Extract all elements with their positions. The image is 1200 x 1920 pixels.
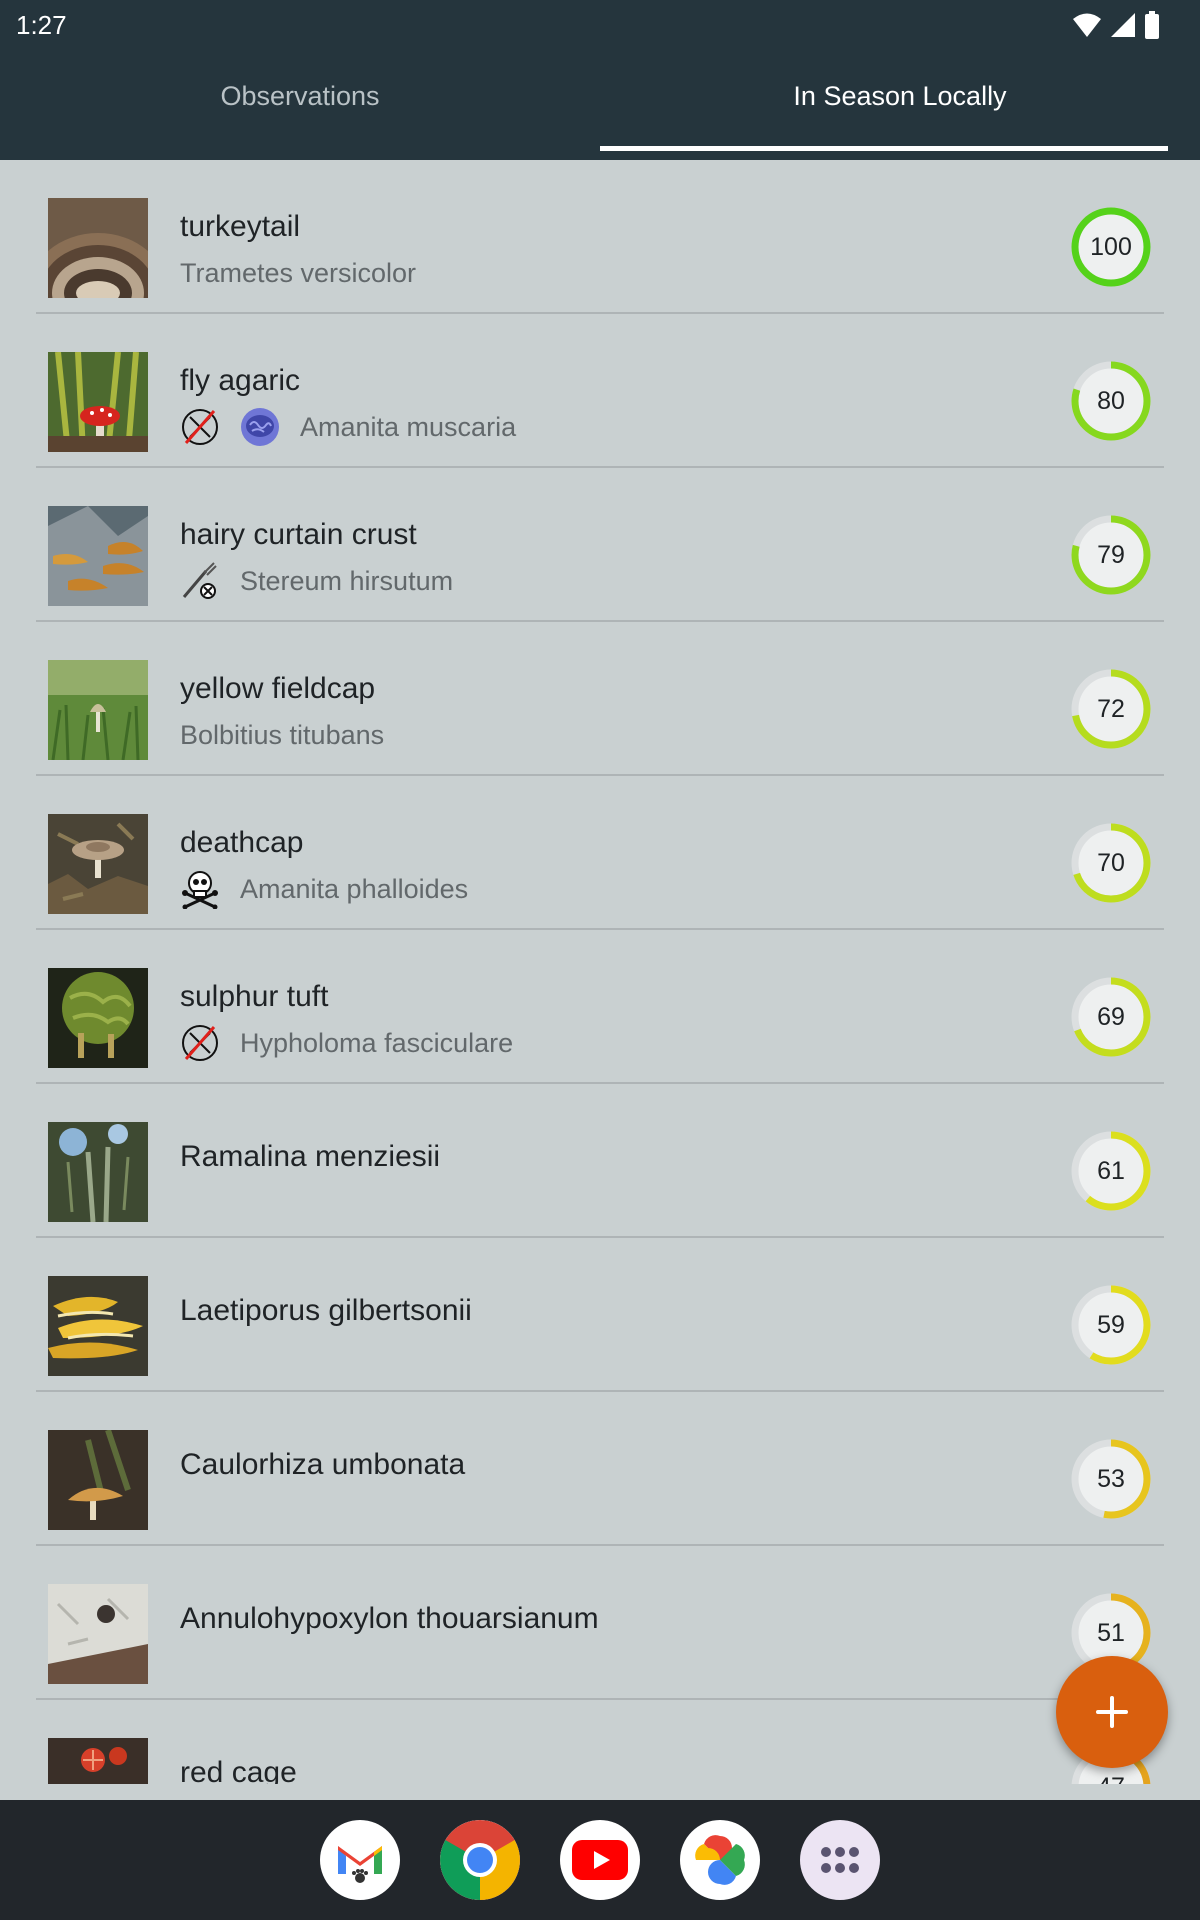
species-thumbnail [48,1122,148,1222]
season-score: 69 [1071,977,1151,1057]
common-name: yellow fieldcap [180,672,376,705]
score-value: 72 [1097,694,1125,723]
list-item[interactable]: Caulorhiza umbonata 53 [0,1392,1200,1546]
score-value: 59 [1097,1310,1125,1339]
scientific-name: Amanita phalloides [240,873,469,904]
score-value: 53 [1097,1464,1125,1493]
app-drawer-button[interactable] [800,1820,880,1900]
gmail-app[interactable] [320,1820,400,1900]
photos-icon [695,1835,745,1885]
season-score: 53 [1071,1439,1151,1519]
species-thumbnail [48,198,148,298]
tab-selected-indicator [600,146,1168,151]
species-thumbnail [48,1738,148,1784]
list-item[interactable]: turkeytail Trametes versicolor 100 [0,160,1200,314]
battery-icon [1145,11,1159,39]
navigation-bar [0,1800,1200,1920]
row-subtitle: Amanita muscaria [180,406,516,448]
score-value: 80 [1097,386,1125,415]
scientific-name: Amanita muscaria [300,411,517,442]
season-score: 59 [1071,1285,1151,1365]
season-score: 61 [1071,1131,1151,1211]
chrome-icon [440,1820,520,1900]
species-thumbnail [48,968,148,1068]
score-value: 61 [1097,1156,1125,1185]
scientific-name: Stereum hirsutum [240,565,454,596]
plus-icon [1096,1696,1128,1728]
list-item[interactable]: hairy curtain crust Stereum hirsutum 79 [0,468,1200,622]
list-item[interactable]: Annulohypoxylon thouarsianum 51 [0,1546,1200,1700]
list-item[interactable]: fly agaric Amanita muscaria 80 [0,314,1200,468]
list-item[interactable]: Laetiporus gilbertsonii 59 [0,1238,1200,1392]
common-name: Annulohypoxylon thouarsianum [180,1602,599,1635]
common-name: Laetiporus gilbertsonii [180,1294,472,1327]
row-subtitle: Amanita phalloides [180,868,468,910]
inedible-fork-icon [182,562,217,599]
score-value: 100 [1090,232,1132,261]
list-item[interactable]: red cage 47 [0,1700,1200,1784]
common-name: deathcap [180,826,304,859]
common-name: sulphur tuft [180,980,329,1013]
youtube-icon [572,1840,628,1880]
season-score: 70 [1071,823,1151,903]
common-name: red cage [180,1756,297,1784]
species-thumbnail [48,352,148,452]
not-edible-icon [182,1025,218,1061]
common-name: Ramalina menziesii [180,1140,441,1173]
common-name: hairy curtain crust [180,518,417,551]
chrome-app[interactable] [440,1820,520,1900]
tab-in-season-locally[interactable]: In Season Locally [600,50,1200,160]
common-name: turkeytail [180,210,301,243]
row-subtitle: Bolbitius titubans [180,714,384,756]
species-thumbnail [48,1584,148,1684]
psychoactive-brain-icon [241,408,279,446]
scientific-name: Trametes versicolor [180,257,417,288]
status-time: 1:27 [16,10,67,40]
row-subtitle: Stereum hirsutum [180,560,453,602]
scientific-name: Bolbitius titubans [180,719,385,750]
photos-app[interactable] [680,1820,760,1900]
list-item[interactable]: yellow fieldcap Bolbitius titubans 72 [0,622,1200,776]
species-thumbnail [48,1276,148,1376]
row-subtitle: Hypholoma fasciculare [180,1022,513,1064]
youtube-app[interactable] [560,1820,640,1900]
species-thumbnail [48,1430,148,1530]
add-button[interactable] [1056,1656,1168,1768]
common-name: Caulorhiza umbonata [180,1448,466,1481]
list-item[interactable]: sulphur tuft Hypholoma fasciculare 69 [0,930,1200,1084]
list-item[interactable]: Ramalina menziesii 61 [0,1084,1200,1238]
tab-bar: Observations In Season Locally [0,50,1200,160]
species-thumbnail [48,506,148,606]
season-score: 79 [1071,515,1151,595]
species-thumbnail [48,660,148,760]
season-score: 72 [1071,669,1151,749]
tab-observations[interactable]: Observations [0,50,600,160]
not-edible-icon [182,409,218,445]
species-thumbnail [48,814,148,914]
season-score: 100 [1071,207,1151,287]
species-list: turkeytail Trametes versicolor 100 fly a… [0,160,1200,1784]
list-item[interactable]: deathcap Amanita phalloides 70 [0,776,1200,930]
poison-skull-icon [182,871,218,909]
status-icons [1072,10,1160,40]
season-score: 80 [1071,361,1151,441]
row-subtitle: Trametes versicolor [180,252,416,294]
signal-icon [1111,13,1135,37]
score-value: 69 [1097,1002,1125,1031]
app-drawer-icon [821,1847,859,1873]
scientific-name: Hypholoma fasciculare [240,1027,514,1058]
status-bar: 1:27 [0,0,1200,50]
wifi-icon [1073,13,1101,37]
gmail-icon [338,1846,382,1883]
score-value: 79 [1097,540,1125,569]
common-name: fly agaric [180,364,301,397]
score-value: 70 [1097,848,1125,877]
